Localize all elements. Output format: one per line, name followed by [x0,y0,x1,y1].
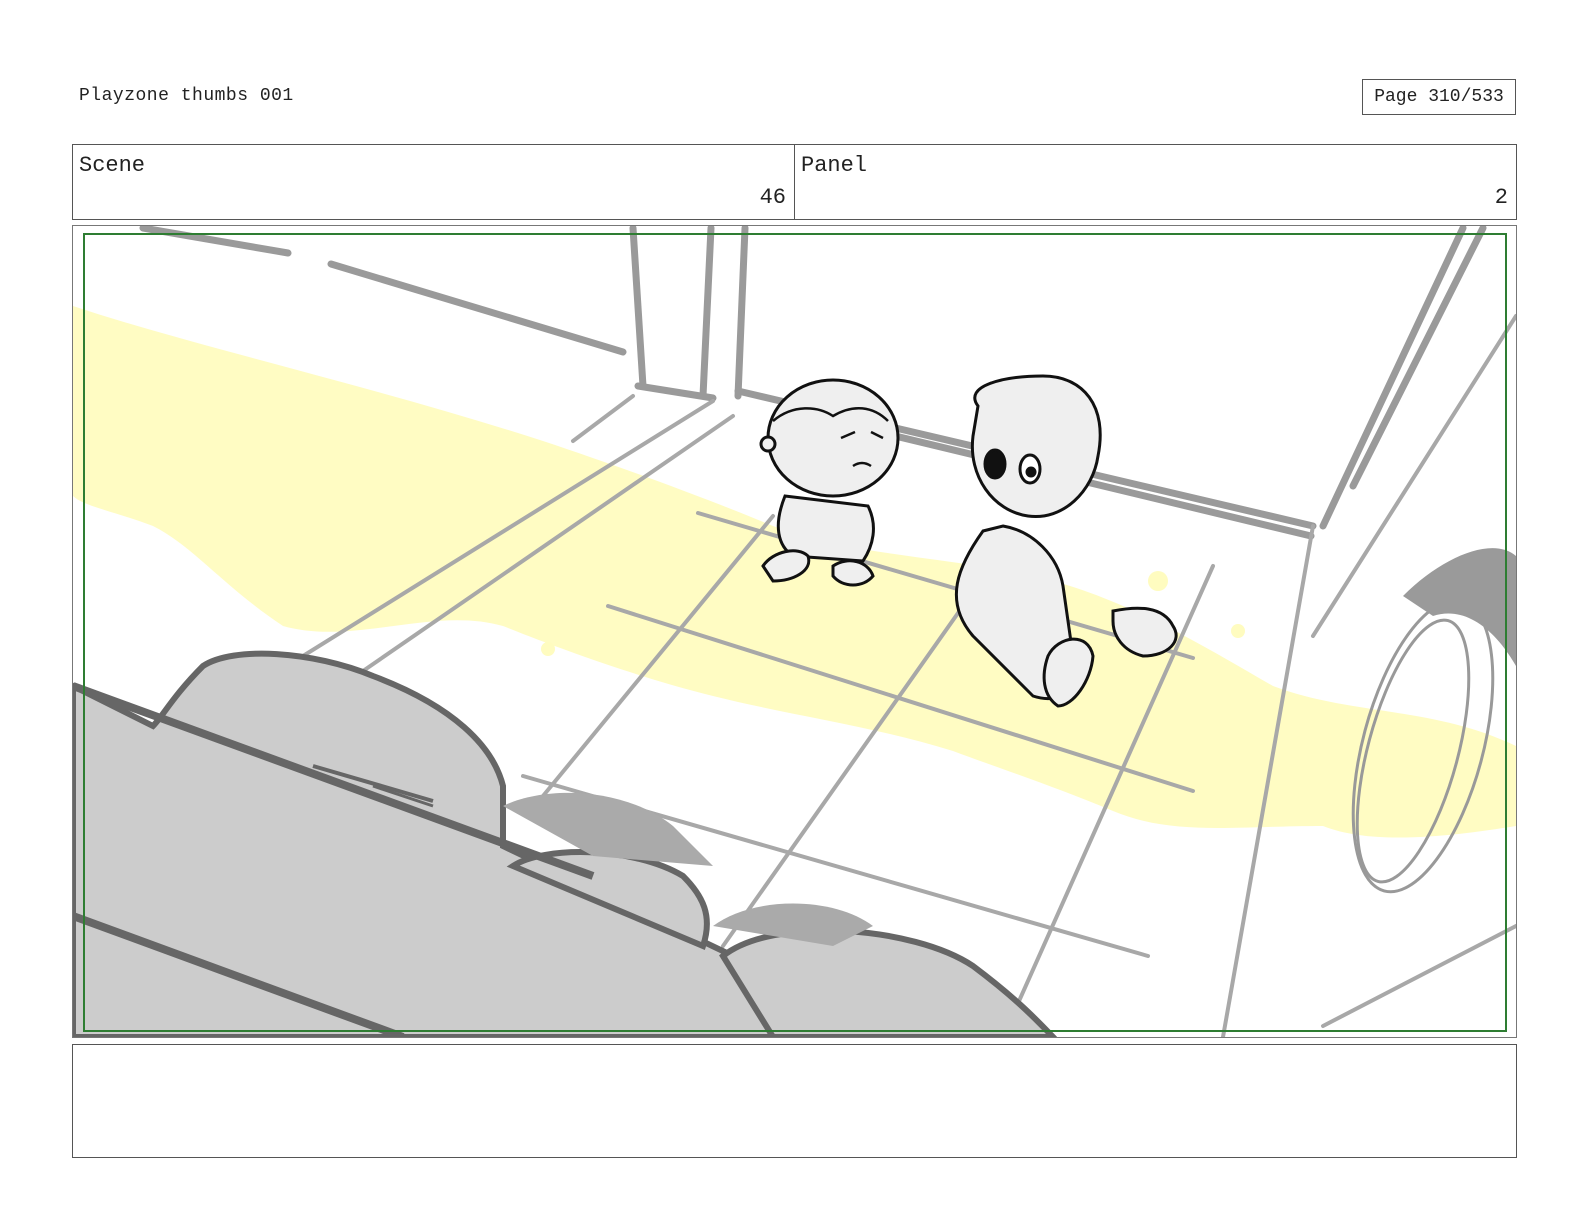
panel-number: 2 [1494,185,1508,210]
panel-cell: Panel 2 [794,145,1516,219]
scene-label: Scene [79,153,146,178]
panel-label: Panel [801,153,868,178]
notes-box[interactable] [72,1044,1517,1158]
document-title: Playzone thumbs 001 [79,86,294,106]
storyboard-frame [72,225,1517,1038]
scene-panel-header: Scene 46 Panel 2 [72,144,1517,220]
storyboard-sketch [73,226,1516,1037]
scene-number: 46 [759,185,786,210]
page-indicator: Page 310/533 [1362,79,1516,115]
scene-cell: Scene 46 [73,145,794,219]
